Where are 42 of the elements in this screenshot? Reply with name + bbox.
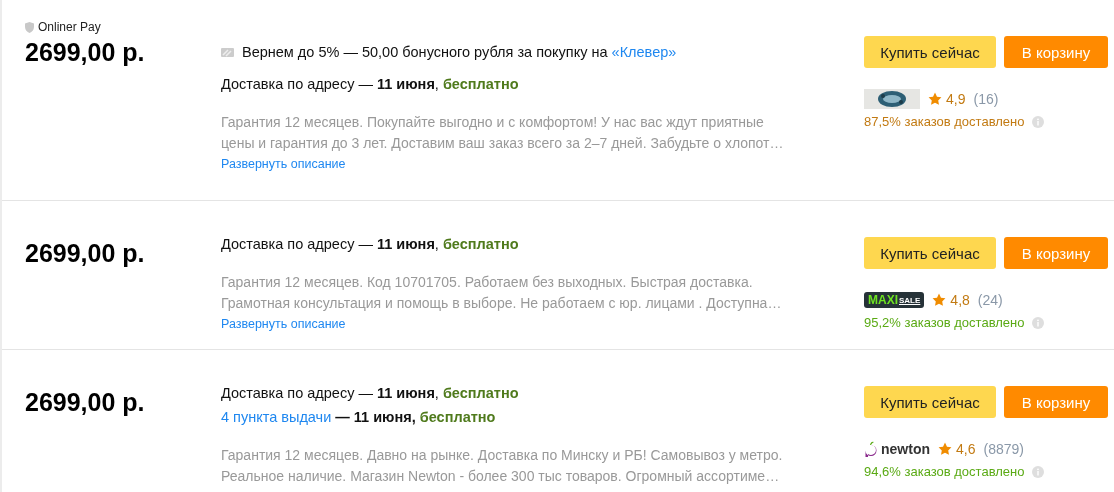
star-icon	[938, 442, 952, 456]
seller-logo: MAXISALE	[864, 292, 925, 308]
star-icon	[928, 92, 942, 106]
shield-icon	[25, 21, 34, 33]
seller-rating: 4,8	[950, 292, 970, 308]
star-icon	[932, 293, 947, 307]
delivered-share: 87,5% заказов доставлено	[864, 114, 1025, 129]
delivered-share: 94,6% заказов доставлено	[864, 464, 1025, 479]
expand-description-link[interactable]: Развернуть описание	[221, 317, 346, 331]
seller-logo: newton	[864, 441, 930, 457]
review-count: (16)	[973, 91, 999, 107]
description: Гарантия 12 месяцев. Покупайте выгодно и с комфортом! У нас вас ждут приятные цены и гарантия до 3 лет. Доставим ваш заказ всего за 2–7 дней. Забудьте о хлопот…	[221, 113, 785, 153]
seller-rating: 4,6	[956, 441, 976, 457]
buy-now-button[interactable]: Купить сейчас	[864, 386, 996, 418]
cashback-text: Вернем до 5% — 50,00 бонусного рубля за покупку на «Клевер»	[242, 44, 677, 60]
seller-logo	[864, 89, 920, 109]
review-count: (8879)	[983, 441, 1024, 457]
price: 2699,00 р.	[25, 38, 146, 67]
delivery-info: Доставка по адресу — 11 июня, бесплатно	[221, 385, 520, 401]
price: 2699,00 р.	[25, 239, 146, 268]
seller-rating: 4,9	[946, 91, 966, 107]
buy-now-button[interactable]: Купить сейчас	[864, 36, 996, 68]
delivered-share: 95,2% заказов доставлено	[864, 315, 1025, 330]
info-icon	[1032, 316, 1045, 329]
delivery-info: Доставка по адресу — 11 июня, бесплатно	[221, 76, 520, 92]
add-to-cart-button[interactable]: В корзину	[1004, 237, 1108, 269]
pay-label: Onliner Pay	[38, 20, 101, 34]
info-icon	[1032, 115, 1045, 128]
delivery-info: 4 пункта выдачи — 11 июня, бесплатно	[221, 409, 497, 425]
description: Гарантия 12 месяцев. Давно на рынке. Доставка по Минску и РБ! Самовывоз у метро. Реальное наличие. Магазин Newton - более 300 тыс товаров. Огромный ассортиме…	[221, 446, 784, 486]
buy-now-button[interactable]: Купить сейчас	[864, 237, 996, 269]
review-count: (24)	[977, 292, 1003, 308]
add-to-cart-button[interactable]: В корзину	[1004, 36, 1108, 68]
info-icon	[1032, 465, 1045, 478]
pickup-points-link[interactable]: 4 пункта выдачи	[221, 409, 332, 425]
card-icon	[221, 47, 234, 57]
expand-description-link[interactable]: Развернуть описание	[221, 157, 346, 171]
description: Гарантия 12 месяцев. Код 10701705. Работаем без выходных. Быстрая доставка. Грамотная консультация и помощь в выборе. Не работаем с юр. лицами . Доступна…	[221, 273, 783, 313]
add-to-cart-button[interactable]: В корзину	[1004, 386, 1108, 418]
clever-link[interactable]: «Клевер»	[611, 44, 677, 60]
price: 2699,00 р.	[25, 388, 146, 417]
delivery-info: Доставка по адресу — 11 июня, бесплатно	[221, 236, 520, 252]
